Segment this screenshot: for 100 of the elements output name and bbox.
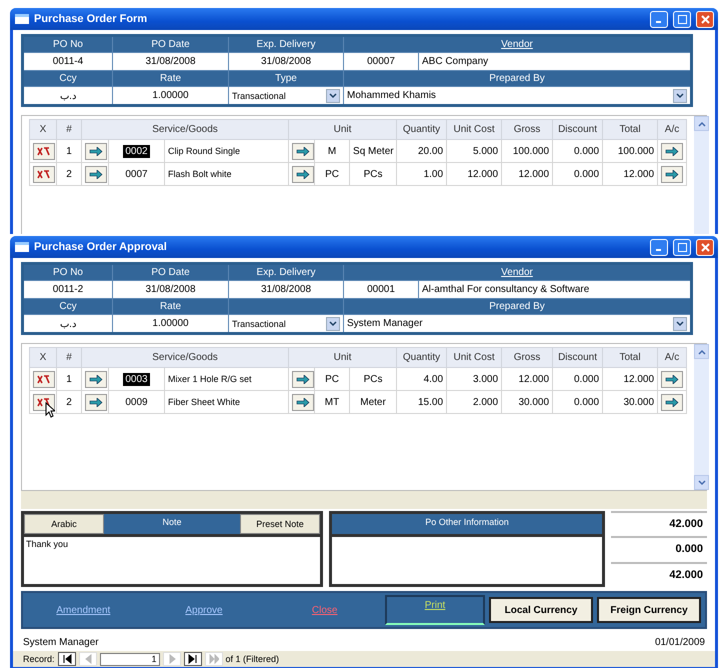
prepared-by-dropdown[interactable]: System Manager (344, 314, 692, 334)
column-header: Unit (288, 120, 397, 140)
field-label: PO No (52, 39, 83, 50)
action-link[interactable]: Approve (144, 604, 264, 616)
table-cell: 0.000 (552, 390, 603, 414)
po-number-field[interactable]: 0011-2 (22, 280, 112, 298)
action-link[interactable]: Amendment (23, 604, 144, 616)
vendor-link[interactable]: Vendor (501, 39, 533, 50)
table-cell: 1 (56, 368, 82, 390)
print-link[interactable]: Print (385, 595, 486, 625)
column-header: X (30, 348, 56, 368)
table-cell: Flash Bolt white (164, 162, 289, 186)
table-cell: Mixer 1 Hole R/G set (164, 368, 289, 390)
field-label: Prepared By (489, 301, 545, 312)
table-cell: 4.00 (396, 368, 447, 390)
total-value: 42.000 (611, 511, 707, 536)
po-number-field[interactable]: 0011-4 (22, 52, 112, 70)
field-label: Exp. Delivery (256, 267, 316, 278)
column-header: # (56, 120, 82, 140)
type-dropdown[interactable]: Transactional (228, 314, 344, 334)
column-header: Service/Goods (82, 348, 289, 368)
column-header: Total (602, 348, 658, 368)
column-header: Quantity (396, 348, 447, 368)
item-code[interactable]: 0003 (123, 372, 150, 386)
delivery-date-field[interactable]: 31/08/2008 (228, 52, 344, 70)
column-header: Service/Goods (82, 120, 289, 140)
table-cell: 100.000 (602, 140, 658, 162)
column-header: Gross (502, 348, 553, 368)
field-label: Ccy (59, 73, 77, 84)
table-cell: 12.000 (502, 368, 553, 390)
table-cell: PC (314, 162, 350, 186)
vendor-name-field[interactable]: Al-amthal For consultancy & Software (418, 280, 692, 298)
column-header: Total (602, 120, 658, 140)
column-header: Gross (502, 120, 553, 140)
table-cell: 12.000 (602, 368, 658, 390)
table-cell: M (314, 140, 350, 162)
table-cell: 20.00 (396, 140, 447, 162)
field-label: Exp. Delivery (256, 39, 316, 50)
column-header: Unit Cost (446, 348, 502, 368)
table-cell: 12.000 (502, 162, 553, 186)
column-header: X (30, 120, 56, 140)
type-dropdown[interactable]: Transactional (228, 86, 344, 106)
window-title: Purchase Order Form (34, 13, 148, 25)
prepared-by-dropdown[interactable]: Mohammed Khamis (344, 86, 692, 106)
preset-note-button[interactable]: Preset Note (240, 514, 320, 534)
status-date: 01/01/2009 (654, 637, 705, 648)
table-cell: 12.000 (446, 162, 502, 186)
delivery-date-field[interactable]: 31/08/2008 (228, 280, 344, 298)
currency-field[interactable]: د.ب (22, 86, 112, 106)
column-header: Unit (288, 348, 397, 368)
field-label: Rate (160, 73, 182, 84)
table-cell: Clip Round Single (164, 140, 289, 162)
field-label: Type (275, 73, 297, 84)
table-cell: MT (314, 390, 350, 414)
record-label: Record: (23, 654, 55, 664)
column-header: # (56, 348, 82, 368)
field-label: PO Date (151, 39, 190, 50)
rate-field[interactable]: 1.00000 (112, 314, 228, 334)
panel-title: Po Other Information (424, 516, 510, 529)
rate-field[interactable]: 1.00000 (112, 86, 228, 106)
vendor-link[interactable]: Vendor (501, 267, 533, 278)
vendor-code-field[interactable]: 00007 (344, 52, 418, 70)
table-cell: 0.000 (552, 162, 603, 186)
note-label: Note (161, 516, 182, 529)
table-cell: 2.000 (446, 390, 502, 414)
currency-button[interactable]: Freign Currency (597, 597, 702, 623)
total-value: 0.000 (611, 536, 707, 562)
record-number-field[interactable]: 1 (100, 652, 160, 666)
column-header: Discount (552, 348, 603, 368)
table-cell: 15.00 (396, 390, 447, 414)
column-header: Unit Cost (446, 120, 502, 140)
field-label: PO Date (151, 267, 190, 278)
table-cell: 0.000 (552, 368, 603, 390)
table-cell: 2 (56, 162, 82, 186)
po-date-field[interactable]: 31/08/2008 (112, 280, 228, 298)
table-cell: PCs (350, 368, 397, 390)
table-cell: PCs (350, 162, 397, 186)
field-label: Ccy (59, 301, 77, 312)
table-cell: 100.000 (502, 140, 553, 162)
table-cell: 30.000 (602, 390, 658, 414)
table-cell: PC (314, 368, 350, 390)
column-header: Discount (552, 120, 603, 140)
item-code[interactable]: 0002 (123, 144, 150, 158)
currency-field[interactable]: د.ب (22, 314, 112, 334)
vendor-code-field[interactable]: 00001 (344, 280, 418, 298)
vendor-name-field[interactable]: ABC Company (418, 52, 692, 70)
table-cell: Meter (350, 390, 397, 414)
table-cell: 1 (56, 140, 82, 162)
table-cell: 12.000 (602, 162, 658, 186)
table-cell: Sq Meter (350, 140, 397, 162)
table-cell: 2 (56, 390, 82, 414)
currency-button[interactable]: Local Currency (489, 597, 594, 623)
po-date-field[interactable]: 31/08/2008 (112, 52, 228, 70)
field-label: PO No (52, 267, 83, 278)
column-header: A/c (658, 120, 687, 140)
table-cell: Fiber Sheet White (164, 390, 289, 414)
arabic-button[interactable]: Arabic (24, 514, 104, 534)
table-cell: 0.000 (552, 140, 603, 162)
table-cell: 30.000 (502, 390, 553, 414)
field-label: Prepared By (489, 73, 545, 84)
